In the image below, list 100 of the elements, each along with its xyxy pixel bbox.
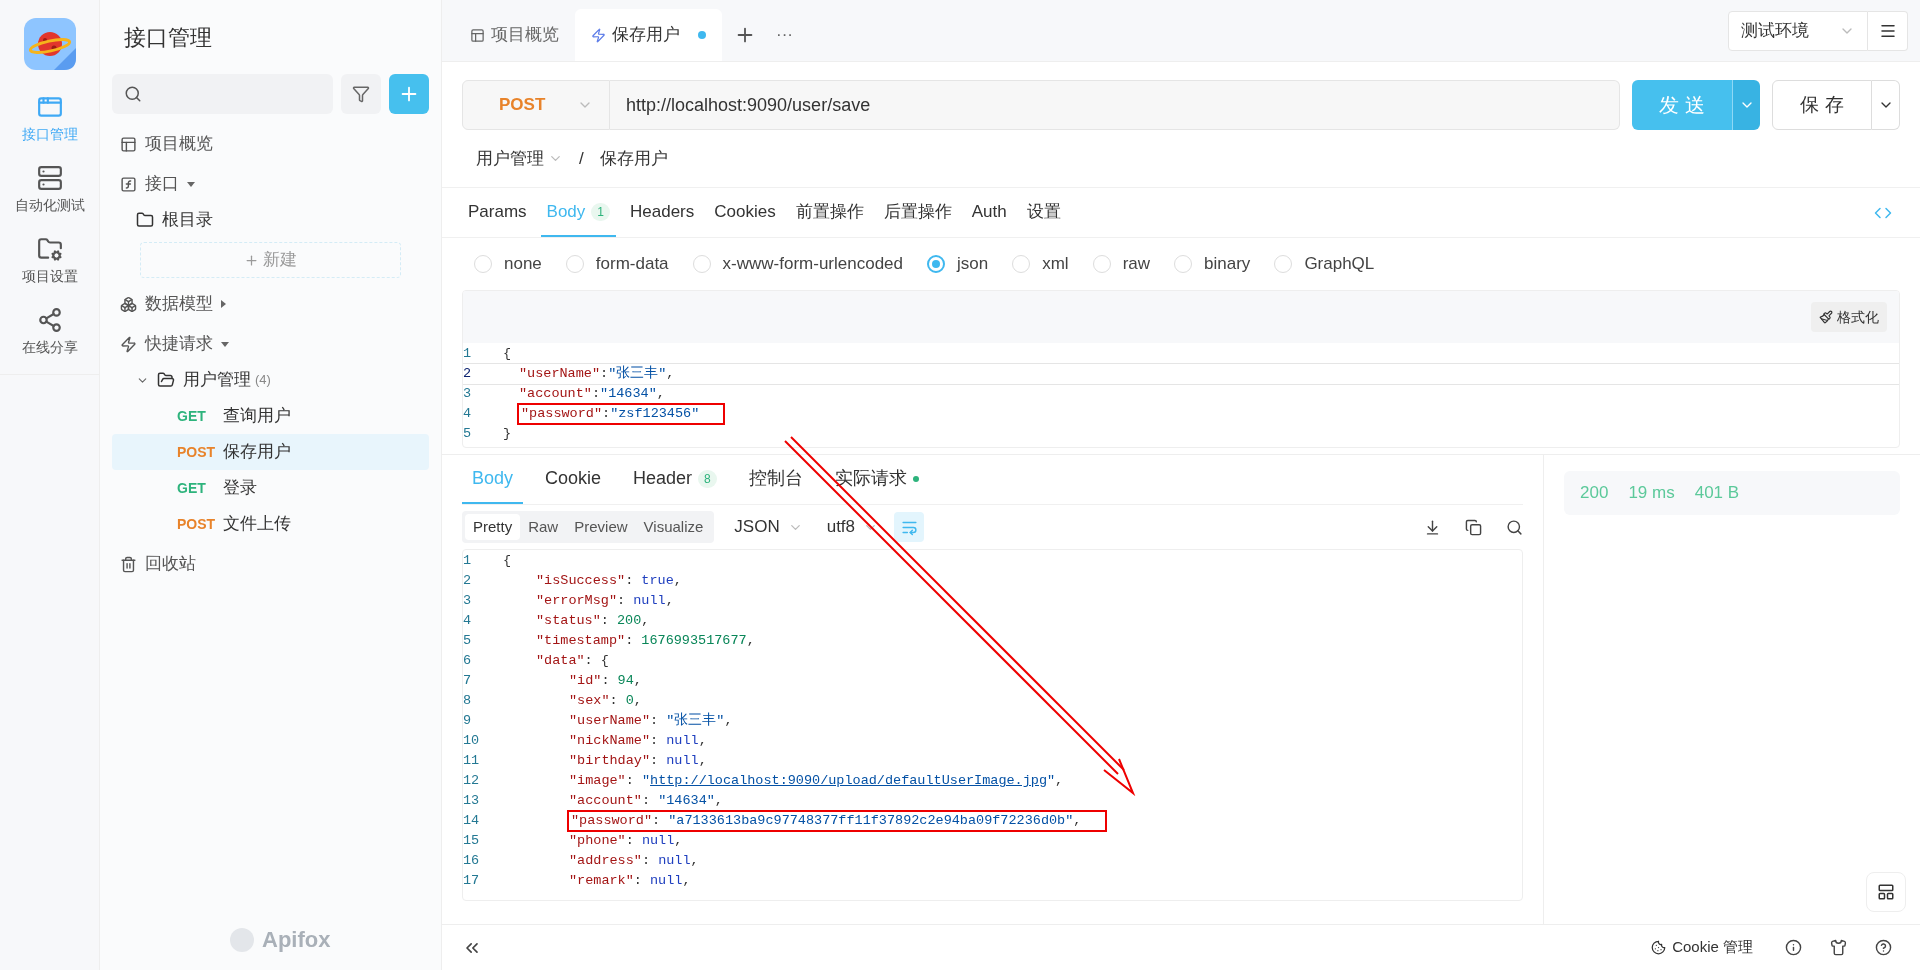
format-select[interactable]: JSON <box>726 514 811 540</box>
folder-icon <box>157 371 175 389</box>
code-line: "userName": "张三丰", <box>569 712 733 730</box>
body-type-radio[interactable]: raw <box>1092 251 1151 277</box>
request-item[interactable]: POST 保存用户 <box>112 434 429 470</box>
body-type-radio[interactable]: x-www-form-urlencoded <box>692 251 903 277</box>
request-tab[interactable]: Headers <box>624 188 701 237</box>
breadcrumb-separator: / <box>579 147 584 170</box>
search-icon[interactable] <box>1506 518 1523 536</box>
breadcrumb-item[interactable]: 用户管理 <box>476 145 563 172</box>
layout-icon <box>470 27 485 43</box>
line-number: 5 <box>463 631 473 650</box>
code-line: "errorMsg": null, <box>536 592 674 610</box>
code-line: "password": "a7133613ba9c97748377ff11f37892c2e94ba09f72236d0b", <box>569 812 1106 830</box>
code-line: "remark": null, <box>569 872 691 890</box>
lightning-icon <box>120 335 137 353</box>
request-tab[interactable]: Cookies <box>708 188 782 237</box>
line-number: 1 <box>463 551 473 570</box>
url-input[interactable]: http://localhost:9090/user/save <box>610 91 1619 119</box>
url-field[interactable]: http://localhost:9090/user/save <box>610 80 1620 130</box>
environment-select[interactable]: 测试环境 <box>1728 11 1868 51</box>
code-line: } <box>503 425 512 443</box>
cubes-icon <box>120 295 137 313</box>
link-text[interactable]: http://localhost:9090/upload/defaultUserImage.jpg <box>650 773 1047 788</box>
copy-icon[interactable] <box>1465 518 1482 536</box>
line-number: 10 <box>463 731 481 750</box>
request-tab[interactable]: 后置操作 <box>877 188 958 237</box>
view-option[interactable]: Visualize <box>635 514 712 540</box>
layout-button[interactable] <box>1866 872 1906 912</box>
editor-tab[interactable]: 项目概览 <box>454 9 575 61</box>
save-button[interactable]: 保 存 <box>1772 80 1872 130</box>
body-type-radio[interactable]: none <box>474 251 542 277</box>
line-number: 4 <box>463 611 473 630</box>
folder-item[interactable]: 用户管理 (4) <box>112 362 429 398</box>
view-option[interactable]: Preview <box>566 514 636 540</box>
line-number: 2 <box>463 571 473 590</box>
line-number: 5 <box>463 424 473 443</box>
body-type-radio[interactable]: form-data <box>565 251 669 277</box>
app-logo <box>23 18 76 70</box>
more-tabs-button[interactable]: ··· <box>768 9 801 61</box>
method-label: GET <box>177 406 207 426</box>
line-number: 1 <box>463 344 473 363</box>
response-stat: 19 ms <box>1628 482 1675 505</box>
code-line: { <box>503 552 512 570</box>
code-line: "userName":"张三丰", <box>519 365 675 383</box>
response-tab[interactable]: 控制台 <box>738 455 813 504</box>
request-tab[interactable]: Params <box>462 188 533 237</box>
search-field[interactable] <box>112 74 333 114</box>
folder-item[interactable]: 根目录 <box>112 202 429 238</box>
encoding-select[interactable]: utf8 <box>822 514 883 540</box>
body-type-radio[interactable]: GraphQL <box>1274 251 1375 277</box>
rail-item[interactable]: 项目设置 <box>0 236 99 287</box>
request-item[interactable]: GET 查询用户 <box>112 398 429 434</box>
view-option[interactable]: Pretty <box>465 514 521 540</box>
line-number: 17 <box>463 871 481 890</box>
view-option[interactable]: Raw <box>520 514 567 540</box>
api-icon <box>120 175 137 193</box>
filter-button[interactable] <box>341 74 381 114</box>
request-tab[interactable]: Auth <box>965 188 1013 237</box>
response-tab[interactable]: Header 8 <box>623 455 727 504</box>
menu-button[interactable] <box>1868 11 1908 51</box>
shirt-icon[interactable] <box>1830 939 1847 956</box>
search-icon <box>124 85 142 103</box>
filter-icon <box>352 85 370 103</box>
request-item[interactable]: POST 文件上传 <box>112 506 429 542</box>
nav-group[interactable]: 数据模型 <box>112 286 429 322</box>
nav-group[interactable]: 快捷请求 <box>112 326 429 362</box>
request-tab[interactable]: 设置 <box>1020 188 1067 237</box>
code-line: "birthday": null, <box>569 752 707 770</box>
response-tab[interactable]: 实际请求 <box>824 455 929 504</box>
cookie-manager-button[interactable]: Cookie 管理 <box>1651 936 1753 959</box>
rail-item[interactable]: 在线分享 <box>0 307 99 358</box>
info-icon[interactable] <box>1785 939 1802 956</box>
format-button[interactable]: 格式化 <box>1811 302 1887 332</box>
nav-group[interactable]: 接口 <box>112 166 429 202</box>
help-icon[interactable] <box>1875 939 1892 956</box>
request-item[interactable]: GET 登录 <box>112 470 429 506</box>
method-label: GET <box>177 478 207 498</box>
body-type-radio[interactable]: json <box>927 251 989 277</box>
line-number: 12 <box>463 771 481 790</box>
response-tab[interactable]: Cookie <box>535 455 612 504</box>
code-line: "timestamp": 1676993517677, <box>536 632 755 650</box>
nav-item[interactable]: 项目概览 <box>112 126 429 162</box>
wrap-toggle[interactable] <box>894 512 925 542</box>
line-number: 4 <box>463 404 473 423</box>
code-line: "status": 200, <box>536 612 650 630</box>
response-stat: 401 B <box>1694 482 1740 505</box>
body-type-radio[interactable]: binary <box>1174 251 1251 277</box>
code-line: "image": "http://localhost:9090/upload/defaultUserImage.jpg", <box>569 772 1064 790</box>
download-icon[interactable] <box>1424 518 1441 536</box>
rail-item[interactable]: 自动化测试 <box>0 165 99 216</box>
json-editor[interactable]: 格式化 1 { 2 "userName":"张三丰", 3 "account":"14634", 4 "password":"zsf123456" 5 } <box>462 290 1900 448</box>
request-tab[interactable]: 前置操作 <box>789 188 870 237</box>
layout-icon <box>120 135 137 153</box>
folder-gear-icon <box>36 236 63 262</box>
menu-icon <box>1878 22 1897 40</box>
brush-icon <box>1819 310 1833 324</box>
editor-tab[interactable]: 保存用户 <box>575 9 722 61</box>
nav-item[interactable]: 回收站 <box>112 546 429 582</box>
body-type-radio[interactable]: xml <box>1012 251 1069 277</box>
